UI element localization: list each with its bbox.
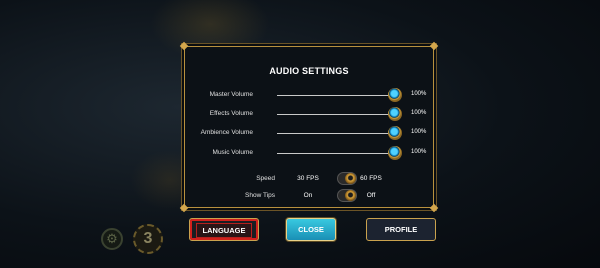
master-volume-knob[interactable] — [388, 88, 402, 102]
ambience-volume-label: Ambience Volume — [200, 129, 253, 136]
show-tips-option-on[interactable]: On — [290, 192, 326, 199]
ambience-volume-knob[interactable] — [388, 126, 402, 140]
speed-toggle-knob — [345, 173, 356, 184]
profile-button[interactable]: PROFILE — [366, 218, 436, 241]
master-volume-track[interactable] — [277, 95, 395, 96]
show-tips-toggle-knob — [345, 190, 356, 201]
language-button[interactable]: LANGUAGE — [189, 218, 259, 241]
speed-option-60fps[interactable]: 60 FPS — [357, 175, 385, 182]
speed-row: Speed 30 FPS 60 FPS — [185, 172, 435, 186]
language-button-label: LANGUAGE — [195, 223, 253, 238]
music-volume-track[interactable] — [277, 153, 395, 154]
panel-title: AUDIO SETTINGS — [269, 66, 349, 76]
effects-volume-row: Effects Volume 100% — [185, 107, 435, 121]
panel-corner-ornament — [179, 203, 189, 213]
show-tips-toggle[interactable] — [337, 189, 357, 202]
master-volume-row: Master Volume 100% — [185, 88, 435, 102]
speed-label: Speed — [256, 175, 275, 182]
ambience-volume-value: 100% — [411, 129, 427, 135]
master-volume-label: Master Volume — [209, 91, 253, 98]
show-tips-option-off[interactable]: Off — [357, 192, 385, 199]
music-volume-value: 100% — [411, 149, 427, 155]
audio-settings-panel: AUDIO SETTINGS Master Volume 100% Effect… — [179, 41, 439, 213]
panel-corner-ornament — [429, 203, 439, 213]
master-volume-value: 100% — [411, 91, 427, 97]
effects-volume-label: Effects Volume — [209, 110, 253, 117]
show-tips-label: Show Tips — [245, 192, 275, 199]
show-tips-row: Show Tips On Off — [185, 189, 435, 203]
music-volume-label: Music Volume — [212, 149, 253, 156]
music-volume-row: Music Volume 100% — [185, 146, 435, 160]
speed-toggle[interactable] — [337, 172, 357, 185]
speed-option-30fps[interactable]: 30 FPS — [290, 175, 326, 182]
gear-icon: ⚙ — [101, 228, 123, 250]
music-volume-knob[interactable] — [388, 146, 402, 160]
ambience-volume-track[interactable] — [277, 133, 395, 134]
panel-corner-ornament — [429, 41, 439, 51]
level-badge: 3 — [133, 224, 163, 254]
effects-volume-track[interactable] — [277, 114, 395, 115]
effects-volume-knob[interactable] — [388, 107, 402, 121]
effects-volume-value: 100% — [411, 110, 427, 116]
close-button[interactable]: CLOSE — [286, 218, 336, 241]
ambience-volume-row: Ambience Volume 100% — [185, 126, 435, 140]
